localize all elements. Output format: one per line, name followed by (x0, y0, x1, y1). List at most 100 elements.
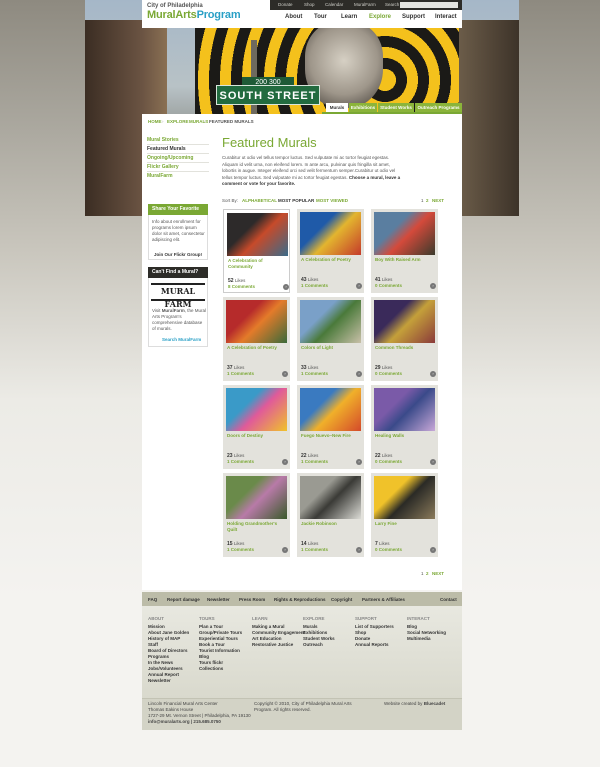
arrow-right-icon[interactable]: › (282, 547, 288, 553)
mural-comments[interactable]: 8 Comments (228, 284, 255, 289)
mural-comments[interactable]: 1 Comments (301, 371, 328, 376)
mural-title[interactable]: Common Threads (375, 345, 435, 351)
mural-title[interactable]: Fuego Nuevo–New Fire (301, 433, 361, 439)
arrow-right-icon[interactable]: › (430, 459, 436, 465)
footer-col-link[interactable]: Murals (303, 624, 318, 629)
footer-col-link[interactable]: Social Networking (407, 630, 446, 635)
footer-col-link[interactable]: Blog (199, 654, 209, 659)
mural-title[interactable]: Larry Fine (375, 521, 435, 527)
mural-thumbnail[interactable] (226, 300, 287, 343)
footer-col-link[interactable]: Donate (355, 636, 370, 641)
mural-card[interactable]: Holding Grandmother's Quilt 15 Likes 1 Com… (223, 473, 290, 557)
arrow-right-icon[interactable]: › (356, 459, 362, 465)
mural-thumbnail[interactable] (300, 476, 361, 519)
mural-card[interactable]: Healing Walls 22 Likes 0 Comments › (371, 385, 438, 469)
footer-col-link[interactable]: Exhibitions (303, 630, 327, 635)
footer-link-copyright[interactable]: Copyright (331, 597, 352, 602)
mural-title[interactable]: Doors of Destiny (227, 433, 287, 439)
footer-col-link[interactable]: Collections (199, 666, 223, 671)
footer-col-link[interactable]: Staff (148, 642, 158, 647)
footer-col-link[interactable]: Making a Mural (252, 624, 285, 629)
site-logo[interactable]: MuralArtsProgram (147, 9, 241, 21)
arrow-right-icon[interactable]: › (283, 284, 289, 290)
sidebar-item-featured-murals[interactable]: Featured Murals (147, 146, 186, 152)
mural-title[interactable]: Healing Walls (375, 433, 435, 439)
muralfarm-logo[interactable]: MURAL FARM (151, 283, 205, 309)
mural-thumbnail[interactable] (300, 212, 361, 255)
mural-thumbnail[interactable] (300, 300, 361, 343)
footer-col-link[interactable]: Experiential Tours (199, 636, 238, 641)
pager-next[interactable]: NEXT (432, 198, 444, 203)
mural-thumbnail[interactable] (374, 212, 435, 255)
mural-thumbnail[interactable] (226, 476, 287, 519)
footer-col-link[interactable]: Jobs/Volunteers (148, 666, 183, 671)
footer-col-link[interactable]: Plan a Tour (199, 624, 223, 629)
footer-link-contact[interactable]: Contact (440, 597, 457, 602)
footer-col-link[interactable]: In the News (148, 660, 173, 665)
footer-col-link[interactable]: Blog (407, 624, 417, 629)
arrow-right-icon[interactable]: › (356, 283, 362, 289)
footer-col-link[interactable]: Multimedia (407, 636, 431, 641)
footer-col-link[interactable]: Group/Private Tours (199, 630, 242, 635)
sidebar-item-muralfarm[interactable]: MuralFarm (147, 173, 173, 179)
pager-bottom-next[interactable]: NEXT (432, 571, 444, 576)
address-contact[interactable]: info@muralarts.org | 215.685.0750 (148, 719, 258, 725)
footer-col-link[interactable]: History of MAP (148, 636, 180, 641)
footer-link-report-damage[interactable]: Report damage (167, 597, 200, 602)
mural-thumbnail[interactable] (226, 388, 287, 431)
sort-most-popular[interactable]: MOST POPULAR (278, 198, 314, 203)
mural-card[interactable]: Jackie Robinson 14 Likes 1 Comments › (297, 473, 364, 557)
footer-col-link[interactable]: Outreach (303, 642, 323, 647)
mural-card[interactable]: Boy With Raised Arm 41 Likes 0 Comments › (371, 209, 438, 293)
footer-col-link[interactable]: Tours flickr (199, 660, 223, 665)
mural-card[interactable]: Colors of Light 33 Likes 1 Comments › (297, 297, 364, 381)
mural-card[interactable]: A Celebration of Poetry 37 Likes 1 Comment… (223, 297, 290, 381)
footer-col-link[interactable]: About Jane Golden (148, 630, 189, 635)
mural-card[interactable]: Common Threads 29 Likes 0 Comments › (371, 297, 438, 381)
mural-card[interactable]: A Celebration of Poetry 43 Likes 1 Comment… (297, 209, 364, 293)
footer-col-link[interactable]: Board of Directors (148, 648, 188, 653)
footer-col-link[interactable]: Book a Tour (199, 642, 225, 647)
pager-page-1[interactable]: 1 (421, 198, 424, 203)
footer-col-link[interactable]: Tourist Information (199, 648, 240, 653)
footer-col-link[interactable]: Community Engagement (252, 630, 305, 635)
mural-comments[interactable]: 1 Comments (227, 371, 254, 376)
arrow-right-icon[interactable]: › (282, 371, 288, 377)
footer-col-link[interactable]: Mission (148, 624, 165, 629)
arrow-right-icon[interactable]: › (282, 459, 288, 465)
sidebar-item-mural-stories[interactable]: Mural Stories (147, 137, 179, 143)
mural-comments[interactable]: 0 Comments (375, 459, 402, 464)
mural-card[interactable]: Larry Fine 7 Likes 0 Comments › (371, 473, 438, 557)
arrow-right-icon[interactable]: › (430, 547, 436, 553)
sidebar-item-flickr[interactable]: Flickr Gallery (147, 164, 179, 170)
util-calendar[interactable]: Calendar (325, 2, 343, 7)
arrow-right-icon[interactable]: › (430, 371, 436, 377)
pager-page-2[interactable]: 2 (426, 198, 429, 203)
mural-comments[interactable]: 0 Comments (375, 283, 402, 288)
mural-thumbnail[interactable] (300, 388, 361, 431)
footer-col-link[interactable]: Art Education (252, 636, 282, 641)
footer-col-link[interactable]: Restorative Justice (252, 642, 293, 647)
footer-link-newsletter[interactable]: Newsletter (207, 597, 230, 602)
search-input[interactable] (400, 2, 458, 8)
footer-link-faq[interactable]: FAQ (148, 597, 157, 602)
nav-support[interactable]: Support (402, 14, 425, 20)
mural-thumbnail[interactable] (227, 213, 288, 256)
footer-col-link[interactable]: Annual Report (148, 672, 179, 677)
sidebar-item-ongoing[interactable]: Ongoing/Upcoming (147, 155, 193, 161)
mural-card[interactable]: A Celebration of Community 52 Likes 8 Comm… (223, 209, 290, 293)
mural-title[interactable]: Holding Grandmother's Quilt (227, 521, 287, 532)
sort-alphabetical[interactable]: ALPHABETICAL (242, 198, 277, 203)
flickr-group-link[interactable]: Join Our Flickr Group! (154, 252, 202, 257)
nav-learn[interactable]: Learn (341, 14, 357, 20)
mural-title[interactable]: Boy With Raised Arm (375, 257, 435, 263)
mural-thumbnail[interactable] (374, 476, 435, 519)
breadcrumb-home[interactable]: HOME (148, 119, 162, 124)
mural-comments[interactable]: 0 Comments (375, 371, 402, 376)
footer-col-link[interactable]: Newsletter (148, 678, 171, 683)
nav-tour[interactable]: Tour (314, 14, 327, 20)
mural-comments[interactable]: 1 Comments (301, 283, 328, 288)
mural-comments[interactable]: 0 Comments (375, 547, 402, 552)
arrow-right-icon[interactable]: › (356, 547, 362, 553)
mural-comments[interactable]: 1 Comments (301, 459, 328, 464)
